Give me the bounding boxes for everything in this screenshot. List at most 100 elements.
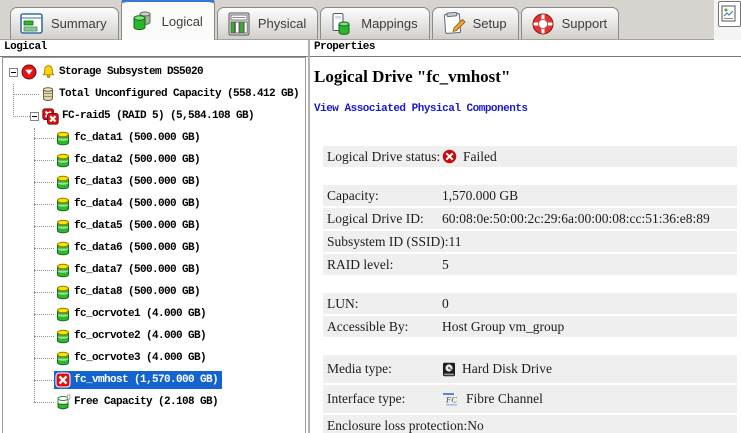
tree-item[interactable]: FC-raid5 (RAID 5) (5,584.108 GB): [3, 105, 305, 127]
property-value-text: 60:08:0e:50:00:2c:29:6a:00:00:08:cc:51:3…: [442, 211, 710, 227]
tree-item[interactable]: fc_data4 (500.000 GB): [3, 193, 305, 215]
property-value: 0: [442, 296, 449, 312]
property-value-text: 5: [442, 257, 449, 273]
logical-drive-icon: [55, 350, 71, 366]
property-value: FC Fibre Channel: [442, 391, 543, 407]
property-group: Media type:Hard Disk DriveInterface type…: [323, 355, 737, 433]
property-label: Accessible By:: [327, 319, 442, 335]
tree-connector: [34, 270, 54, 271]
property-value: Failed: [442, 149, 497, 165]
tree-item-label: fc_data7 (500.000 GB): [74, 264, 200, 276]
tree-connector: [34, 358, 54, 359]
property-row: LUN:0: [323, 293, 737, 314]
tab-support[interactable]: Support: [521, 7, 620, 39]
tree-connector: [34, 226, 54, 227]
property-row: Interface type:FC Fibre Channel: [323, 385, 737, 413]
tree-connector: [34, 314, 54, 315]
tab-bar: Summary Logical PhysicalMappings Setup Suppo…: [0, 0, 741, 40]
hdd-icon: [442, 362, 456, 377]
tab-setup[interactable]: Setup: [432, 7, 519, 39]
property-label: Capacity:: [327, 188, 442, 204]
tree-item[interactable]: fc_ocrvote1 (4.000 GB): [3, 303, 305, 325]
tree-item-label: fc_ocrvote2 (4.000 GB): [74, 330, 206, 342]
tree-connector: [34, 160, 54, 161]
report-view-button[interactable]: [718, 1, 741, 27]
tab-label: Support: [562, 16, 608, 31]
property-row: Subsystem ID (SSID):11: [323, 231, 737, 252]
tree-item-content: fc_ocrvote2 (4.000 GB): [54, 327, 209, 345]
property-value-text: 11: [449, 234, 462, 250]
tab-mappings[interactable]: Mappings: [320, 7, 429, 39]
property-group: Logical Drive status:Failed: [323, 146, 737, 167]
property-value: 60:08:0e:50:00:2c:29:6a:00:00:08:cc:51:3…: [442, 211, 710, 227]
tree-item[interactable]: fc_data6 (500.000 GB): [3, 237, 305, 259]
tree-item[interactable]: fc_vmhost (1,570.000 GB): [3, 369, 305, 391]
page-title: Logical Drive "fc_vmhost": [314, 67, 741, 87]
property-value: 11: [449, 234, 462, 250]
tree-item-label: fc_data2 (500.000 GB): [74, 154, 200, 166]
unconfigured-capacity-icon: [40, 86, 56, 102]
tree-item-content: fc_data7 (500.000 GB): [54, 261, 203, 279]
tree-item[interactable]: fc_data7 (500.000 GB): [3, 259, 305, 281]
tree-item[interactable]: fc_ocrvote3 (4.000 GB): [3, 347, 305, 369]
tree-item-label: fc_data4 (500.000 GB): [74, 198, 200, 210]
tab-label: Setup: [473, 16, 507, 31]
tree-expander-minus[interactable]: [9, 68, 18, 77]
property-row: Media type:Hard Disk Drive: [323, 355, 737, 383]
property-value: 5: [442, 257, 449, 273]
tree-item[interactable]: fc_data2 (500.000 GB): [3, 149, 305, 171]
property-value-text: Failed: [463, 149, 497, 165]
logical-drive-icon: [55, 262, 71, 278]
property-label: Subsystem ID (SSID):: [327, 234, 449, 250]
tree-item[interactable]: Total Unconfigured Capacity (558.412 GB): [3, 83, 305, 105]
property-value: No: [467, 418, 484, 433]
logical-pane: Logical Storage Subsystem DS5020Total Un…: [0, 40, 308, 433]
tree-item-content: fc_data1 (500.000 GB): [54, 129, 203, 147]
tab-summary[interactable]: Summary: [10, 7, 119, 39]
tree-item-label: fc_data6 (500.000 GB): [74, 242, 200, 254]
tree-connector: [34, 182, 54, 183]
property-label: Logical Drive ID:: [327, 211, 442, 227]
tree-item-content: Free Capacity (2.108 GB): [54, 393, 221, 411]
property-value-text: Fibre Channel: [466, 391, 543, 407]
tree-connector: [34, 138, 54, 139]
property-row: Logical Drive status:Failed: [323, 146, 737, 167]
logical-tree: Storage Subsystem DS5020Total Unconfigur…: [2, 57, 306, 433]
property-label: Interface type:: [327, 391, 442, 407]
fibre-channel-icon: FC: [442, 392, 460, 406]
view-associated-physical-components-link[interactable]: View Associated Physical Components: [314, 103, 528, 115]
report-view-icon: [721, 5, 738, 23]
tree-item[interactable]: fc_ocrvote2 (4.000 GB): [3, 325, 305, 347]
tree-connector: [13, 94, 39, 95]
tree-item[interactable]: fc_data5 (500.000 GB): [3, 215, 305, 237]
tree-item-label: fc_ocrvote3 (4.000 GB): [74, 352, 206, 364]
failed-status-icon: [442, 149, 457, 164]
tab-physical[interactable]: Physical: [217, 7, 318, 39]
tree-item[interactable]: fc_data1 (500.000 GB): [3, 127, 305, 149]
tab-label: Logical: [162, 14, 203, 29]
property-label: Enclosure loss protection:: [327, 418, 467, 433]
tab-label: Summary: [51, 16, 107, 31]
property-group: Capacity:1,570.000 GBLogical Drive ID:60…: [323, 185, 737, 275]
tab-logical[interactable]: Logical: [121, 0, 215, 40]
property-group: LUN:0Accessible By:Host Group vm_group: [323, 293, 737, 337]
tree-connector: [13, 116, 30, 117]
tree-connector: [34, 336, 54, 337]
tree-item-content: fc_data3 (500.000 GB): [54, 173, 203, 191]
tree-expander-minus[interactable]: [30, 112, 39, 121]
logical-drive-icon: [55, 196, 71, 212]
property-row: Accessible By:Host Group vm_group: [323, 316, 737, 337]
property-row: RAID level:5: [323, 254, 737, 275]
tree-item-label: fc_data5 (500.000 GB): [74, 220, 200, 232]
free-capacity-icon: [55, 394, 71, 410]
tree-item[interactable]: fc_data8 (500.000 GB): [3, 281, 305, 303]
tree-item-content: fc_data2 (500.000 GB): [54, 151, 203, 169]
failed-array-icon: [42, 108, 59, 125]
tree-item[interactable]: fc_data3 (500.000 GB): [3, 171, 305, 193]
property-value: Host Group vm_group: [442, 319, 564, 335]
property-value-text: 1,570.000 GB: [442, 188, 518, 204]
tree-item[interactable]: Free Capacity (2.108 GB): [3, 391, 305, 413]
property-value: Hard Disk Drive: [442, 361, 552, 377]
property-row: Logical Drive ID:60:08:0e:50:00:2c:29:6a…: [323, 208, 737, 229]
tree-item[interactable]: Storage Subsystem DS5020: [3, 61, 305, 83]
